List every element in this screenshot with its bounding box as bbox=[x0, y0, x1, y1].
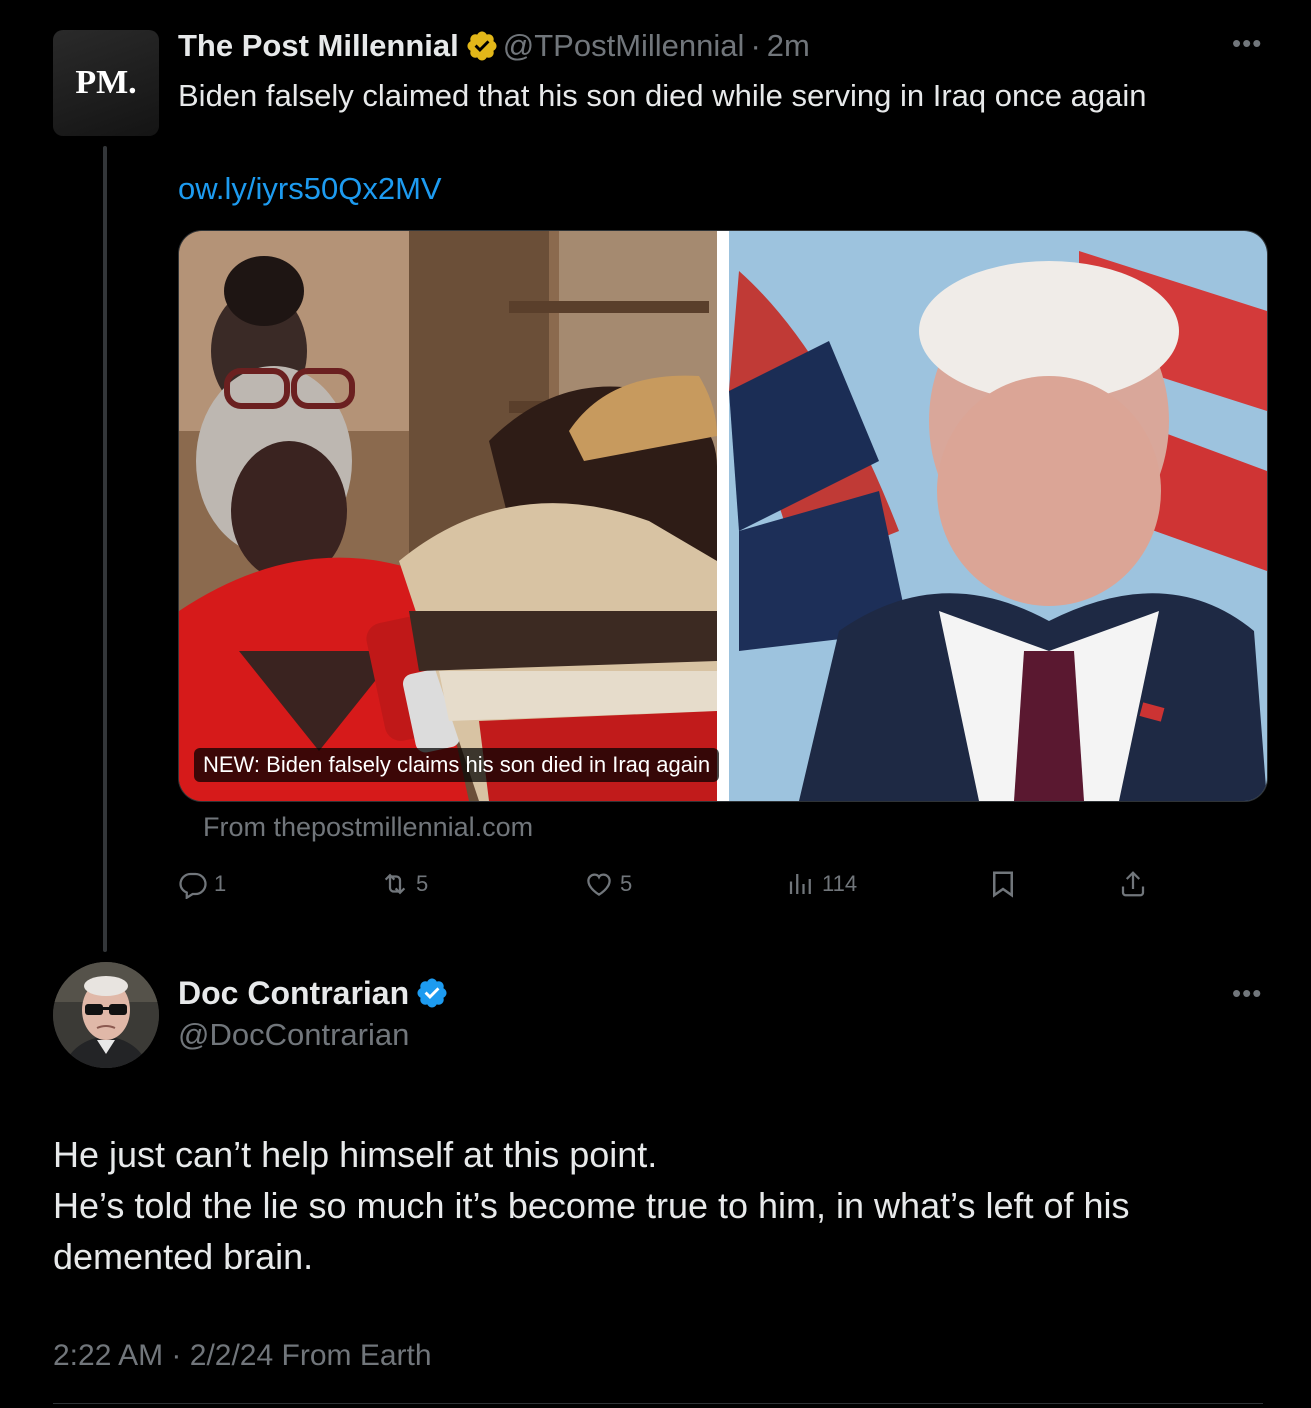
tweet-timestamp[interactable]: 2:22 AM bbox=[53, 1339, 163, 1372]
bookmark-button[interactable] bbox=[988, 864, 1024, 904]
more-options-ellipsis-icon[interactable]: ••• bbox=[1232, 978, 1262, 1009]
like-button[interactable]: 5 bbox=[584, 864, 632, 904]
tweet-location: From Earth bbox=[281, 1339, 432, 1372]
tweet-date[interactable]: 2/2/24 bbox=[190, 1339, 273, 1372]
reply-icon bbox=[179, 872, 207, 899]
views-button[interactable]: 114 bbox=[786, 864, 857, 904]
separator-dot: · bbox=[750, 28, 761, 63]
reply-button[interactable]: 1 bbox=[178, 864, 226, 904]
quoted-tweet-text: Biden falsely claimed that his son died … bbox=[178, 78, 1147, 113]
more-options-ellipsis-icon[interactable]: ••• bbox=[1232, 28, 1262, 59]
divider bbox=[53, 1403, 1263, 1404]
tweet-thread-view: PM. The Post Millennial @TPostMillennial… bbox=[0, 0, 1311, 1408]
author-name[interactable]: The Post Millennial bbox=[178, 26, 459, 66]
heart-icon bbox=[587, 873, 611, 896]
tweet-link[interactable]: ow.ly/iyrs50Qx2MV bbox=[178, 169, 442, 209]
share-icon bbox=[1121, 871, 1145, 897]
repost-icon bbox=[384, 873, 406, 895]
tweet-line: He just can’t help himself at this point… bbox=[53, 1134, 658, 1175]
repost-button[interactable]: 5 bbox=[380, 864, 428, 904]
profile-photo bbox=[53, 962, 159, 1068]
tweet-time[interactable]: 2m bbox=[767, 26, 810, 66]
tweet-line: He’s told the lie so much it’s become tr… bbox=[53, 1185, 1130, 1277]
repost-count: 5 bbox=[416, 871, 429, 896]
author-name[interactable]: Doc Contrarian bbox=[178, 973, 409, 1013]
media-caption: NEW: Biden falsely claims his son died i… bbox=[194, 748, 720, 782]
main-tweet-text: He just can’t help himself at this point… bbox=[53, 1129, 1263, 1282]
news-photo-collage bbox=[179, 231, 1267, 801]
link-source[interactable]: From thepostmillennial.com bbox=[203, 810, 533, 844]
author-handle[interactable]: @TPostMillennial bbox=[503, 26, 745, 66]
separator-dot: · bbox=[171, 1339, 182, 1372]
share-button[interactable] bbox=[1118, 864, 1154, 904]
avatar-logo-text: PM. bbox=[75, 64, 137, 101]
views-count: 114 bbox=[822, 871, 858, 896]
doc-contrarian-avatar[interactable] bbox=[53, 962, 159, 1068]
like-count: 5 bbox=[620, 871, 633, 896]
views-chart-icon bbox=[789, 874, 811, 894]
tweet-metadata: 2:22 AM · 2/2/24 From Earth bbox=[53, 1336, 432, 1376]
link-card-image[interactable] bbox=[178, 230, 1268, 802]
verified-blue-badge-icon bbox=[417, 978, 447, 1008]
main-tweet-author: Doc Contrarian bbox=[178, 973, 453, 1013]
verified-gold-badge-icon bbox=[467, 31, 497, 61]
bookmark-icon bbox=[993, 871, 1013, 898]
author-handle[interactable]: @DocContrarian bbox=[178, 1015, 409, 1055]
reply-count: 1 bbox=[214, 871, 227, 896]
post-millennial-avatar[interactable]: PM. bbox=[53, 30, 159, 136]
thread-connector-line bbox=[103, 146, 107, 952]
quoted-tweet-header: The Post Millennial @TPostMillennial · 2… bbox=[178, 26, 810, 66]
